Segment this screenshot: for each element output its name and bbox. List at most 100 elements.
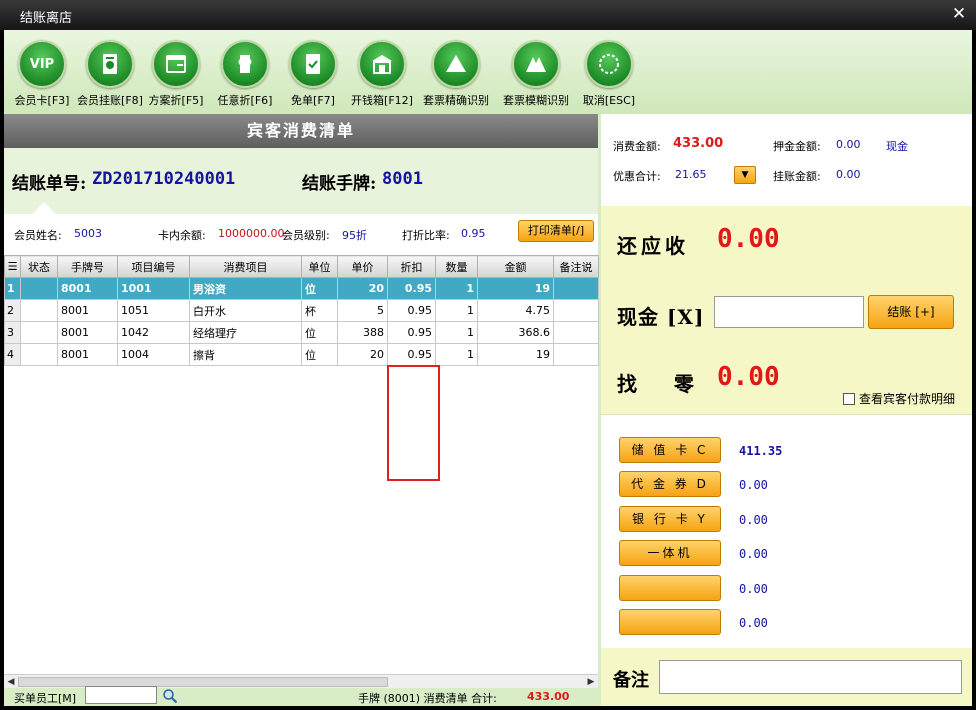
view-payment-detail-row[interactable]: 查看宾客付款明细 bbox=[843, 390, 955, 407]
cell-code: 1051 bbox=[117, 299, 190, 322]
cell-note bbox=[553, 299, 599, 322]
payment-panel: 消费金额: 433.00 押金金额: 0.00 现金 优惠合计: 21.65 ▼… bbox=[601, 114, 972, 706]
ticket-fuzzy-button[interactable]: 套票模糊识别 bbox=[498, 40, 574, 108]
column-header[interactable]: 备注说 bbox=[553, 255, 599, 278]
credit-amount-label: 挂账金额: bbox=[773, 170, 821, 183]
cell-note bbox=[553, 321, 599, 344]
cell-discount: 0.95 bbox=[387, 277, 436, 300]
cell-code: 1001 bbox=[117, 277, 190, 300]
consumption-table: ☰ 状态 手牌号 项目编号 消费项目 单位 单价 折扣 数量 金额 备注说 1 … bbox=[4, 255, 599, 366]
tag-label: 结账手牌: bbox=[302, 174, 377, 194]
remark-input[interactable] bbox=[659, 660, 962, 694]
member-name-label: 会员姓名: bbox=[14, 229, 62, 242]
ticket-exact-button[interactable]: 套票精确识别 bbox=[418, 40, 494, 108]
free-order-button[interactable]: 免单[F7] bbox=[275, 40, 351, 108]
vip-glyph: VIP bbox=[29, 56, 55, 72]
staff-input[interactable] bbox=[85, 686, 157, 704]
vip-icon: VIP bbox=[18, 40, 66, 88]
plan-discount-button[interactable]: 方案折[F5] bbox=[138, 40, 214, 108]
cell-code: 1042 bbox=[117, 321, 190, 344]
bill-no-value: ZD201710240001 bbox=[92, 169, 236, 189]
column-header[interactable]: 单价 bbox=[337, 255, 388, 278]
close-icon[interactable]: ✕ bbox=[950, 5, 968, 23]
member-card-button[interactable]: VIP 会员卡[F3] bbox=[4, 40, 80, 108]
cell-amount: 4.75 bbox=[477, 299, 554, 322]
bill-no-label: 结账单号: bbox=[12, 174, 87, 194]
column-header[interactable]: 项目编号 bbox=[117, 255, 190, 278]
column-header[interactable]: 数量 bbox=[435, 255, 478, 278]
cell-qty: 1 bbox=[435, 299, 478, 322]
column-header[interactable]: 折扣 bbox=[387, 255, 436, 278]
all-in-one-value: 0.00 bbox=[739, 547, 768, 561]
cell-status bbox=[20, 321, 58, 344]
table-row[interactable]: 4 8001 1004 擦背 位 20 0.95 1 19 bbox=[4, 343, 599, 366]
plan-discount-icon bbox=[152, 40, 200, 88]
deposit-amount-label: 押金金额: bbox=[773, 140, 821, 153]
payment-method-button[interactable] bbox=[619, 609, 721, 635]
cash-label: 现金 [X] bbox=[617, 305, 705, 329]
member-info-row: 会员姓名: 5003 卡内余额: 1000000.00 会员级别: 95折 打折… bbox=[4, 215, 598, 255]
stored-value-card-button[interactable]: 储 值 卡 C bbox=[619, 437, 721, 463]
discount-ratio-label: 打折比率: bbox=[402, 229, 450, 242]
cash-drawer-button[interactable]: 开钱箱[F12] bbox=[344, 40, 420, 108]
table-row[interactable]: 1 8001 1001 男浴资 位 20 0.95 1 19 bbox=[4, 277, 599, 300]
notch-pointer bbox=[32, 202, 56, 214]
discount-dropdown-button[interactable]: ▼ bbox=[734, 166, 756, 184]
cell-item: 白开水 bbox=[189, 299, 302, 322]
any-discount-icon bbox=[221, 40, 269, 88]
row-index: 2 bbox=[4, 299, 21, 322]
scrollbar-thumb[interactable] bbox=[18, 677, 388, 687]
cell-amount: 19 bbox=[477, 277, 554, 300]
table-header-row: ☰ 状态 手牌号 项目编号 消费项目 单位 单价 折扣 数量 金额 备注说 bbox=[4, 255, 599, 278]
any-discount-button[interactable]: 任意折[F6] bbox=[207, 40, 283, 108]
member-bill-icon bbox=[86, 40, 134, 88]
table-row[interactable]: 3 8001 1042 经络理疗 位 388 0.95 1 368.6 bbox=[4, 321, 599, 344]
column-header[interactable]: 单位 bbox=[301, 255, 338, 278]
cell-tag: 8001 bbox=[57, 343, 118, 366]
member-level-value: 95折 bbox=[342, 229, 367, 242]
view-payment-detail-checkbox[interactable] bbox=[843, 393, 855, 405]
row-index: 4 bbox=[4, 343, 21, 366]
checkout-button[interactable]: 结账 [+] bbox=[868, 295, 954, 329]
voucher-button[interactable]: 代 金 券 D bbox=[619, 471, 721, 497]
payment-method-button[interactable] bbox=[619, 575, 721, 601]
cell-price: 20 bbox=[337, 277, 388, 300]
toolbar-label: 套票精确识别 bbox=[423, 94, 489, 107]
bank-card-button[interactable]: 银 行 卡 Y bbox=[619, 506, 721, 532]
cell-item: 擦背 bbox=[189, 343, 302, 366]
cancel-button[interactable]: 取消[ESC] bbox=[571, 40, 647, 108]
discount-total-value: 21.65 bbox=[675, 168, 707, 181]
cash-input[interactable] bbox=[714, 296, 864, 328]
cell-item: 男浴资 bbox=[189, 277, 302, 300]
cell-discount: 0.95 bbox=[387, 299, 436, 322]
cell-unit: 杯 bbox=[301, 299, 338, 322]
toolbar-label: 免单[F7] bbox=[291, 94, 335, 107]
toolbar: VIP 会员卡[F3] 会员挂账[F8] 方案折[F5] 任意折[F6] 免单[… bbox=[4, 30, 972, 114]
column-header[interactable]: 手牌号 bbox=[57, 255, 118, 278]
cash-drawer-icon bbox=[358, 40, 406, 88]
print-list-button[interactable]: 打印清单[/] bbox=[518, 220, 594, 242]
scroll-left-icon[interactable]: ◀ bbox=[4, 675, 18, 689]
member-level-label: 会员级别: bbox=[282, 229, 330, 242]
change-label: 找 零 bbox=[617, 372, 698, 396]
column-header[interactable]: 状态 bbox=[20, 255, 58, 278]
cell-code: 1004 bbox=[117, 343, 190, 366]
search-icon[interactable] bbox=[162, 688, 178, 704]
column-header[interactable]: 消费项目 bbox=[189, 255, 302, 278]
cell-qty: 1 bbox=[435, 343, 478, 366]
column-header[interactable]: 金额 bbox=[477, 255, 554, 278]
cell-qty: 1 bbox=[435, 277, 478, 300]
view-payment-detail-label: 查看宾客付款明细 bbox=[859, 392, 956, 406]
amount-due-value: 0.00 bbox=[717, 224, 780, 254]
cell-item: 经络理疗 bbox=[189, 321, 302, 344]
consumption-list-panel: 宾客消费清单 结账单号: ZD201710240001 结账手牌: 8001 会… bbox=[4, 114, 599, 706]
member-bill-button[interactable]: 会员挂账[F8] bbox=[72, 40, 148, 108]
scroll-right-icon[interactable]: ▶ bbox=[584, 675, 598, 689]
toolbar-label: 方案折[F5] bbox=[148, 94, 204, 107]
cash-text: 现金 bbox=[886, 140, 908, 153]
cell-price: 20 bbox=[337, 343, 388, 366]
table-row[interactable]: 2 8001 1051 白开水 杯 5 0.95 1 4.75 bbox=[4, 299, 599, 322]
list-header: 宾客消费清单 bbox=[4, 114, 598, 148]
payment-area: 还应收 0.00 现金 [X] 结账 [+] 找 零 0.00 查看宾客付款明细 bbox=[601, 206, 972, 414]
all-in-one-button[interactable]: 一体机 bbox=[619, 540, 721, 566]
